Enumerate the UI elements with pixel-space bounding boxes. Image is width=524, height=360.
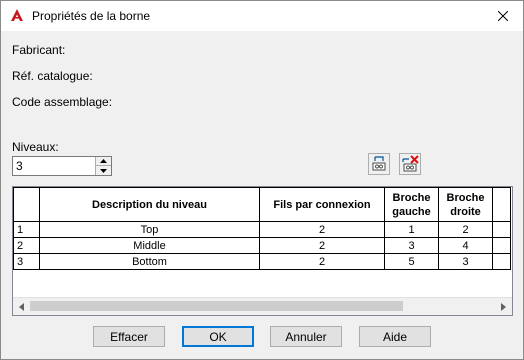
table-row[interactable]: 3 Bottom 2 5 3 (13, 253, 511, 270)
ok-button[interactable]: OK (182, 326, 254, 347)
table-row[interactable]: 2 Middle 2 3 4 (13, 237, 511, 254)
close-button[interactable] (483, 1, 523, 31)
broche-gauche-cell[interactable]: 1 (384, 221, 439, 238)
close-icon (498, 11, 508, 21)
row-number[interactable]: 3 (13, 253, 40, 270)
title-bar: Propriétés de la borne (1, 1, 523, 31)
filler-cell (492, 253, 511, 270)
fabricant-label: Fabricant: (12, 43, 66, 57)
autocad-icon (11, 9, 23, 21)
ref-catalogue-label: Réf. catalogue: (12, 69, 93, 83)
row-number[interactable]: 1 (13, 221, 40, 238)
stepper-up-button[interactable] (96, 157, 111, 166)
table-row[interactable]: 1 Top 2 1 2 (13, 221, 511, 238)
description-cell[interactable]: Top (39, 221, 260, 238)
column-header-fils[interactable]: Fils par connexion (259, 187, 385, 222)
stepper-buttons (95, 157, 111, 175)
row-number[interactable]: 2 (13, 237, 40, 254)
filler-cell (492, 221, 511, 238)
levels-label: Niveaux: (12, 140, 59, 154)
header-row: Description du niveau Fils par connexion… (13, 187, 511, 222)
code-assemblage-label: Code assemblage: (12, 95, 113, 109)
delete-level-button[interactable] (399, 153, 421, 175)
window-title: Propriétés de la borne (32, 9, 151, 23)
delete-level-icon (402, 155, 419, 172)
insert-level-icon (372, 156, 386, 171)
column-header-broche-gauche[interactable]: Broche gauche (384, 187, 439, 222)
effacer-button[interactable]: Effacer (93, 326, 165, 347)
scrollbar-thumb[interactable] (30, 301, 403, 311)
insert-level-button[interactable] (368, 153, 390, 175)
broche-droite-cell[interactable]: 3 (438, 253, 493, 270)
dialog-window: Propriétés de la borne Fabricant: Réf. c… (0, 0, 524, 360)
fils-cell[interactable]: 2 (259, 237, 385, 254)
fils-cell[interactable]: 2 (259, 253, 385, 270)
levels-stepper[interactable] (12, 156, 112, 176)
levels-input[interactable] (16, 159, 96, 173)
broche-droite-cell[interactable]: 4 (438, 237, 493, 254)
arrow-down-icon (100, 168, 107, 173)
column-header-broche-droite[interactable]: Broche droite (438, 187, 493, 222)
aide-button[interactable]: Aide (359, 326, 431, 347)
annuler-button[interactable]: Annuler (270, 326, 342, 347)
scroll-right-icon[interactable] (495, 298, 512, 315)
column-header-description[interactable]: Description du niveau (39, 187, 260, 222)
scroll-left-icon[interactable] (13, 298, 30, 315)
horizontal-scrollbar[interactable] (13, 297, 512, 315)
arrow-up-icon (100, 159, 107, 163)
filler-cell (492, 237, 511, 254)
corner-header (13, 187, 40, 222)
fils-cell[interactable]: 2 (259, 221, 385, 238)
column-header-filler (492, 187, 511, 222)
broche-gauche-cell[interactable]: 5 (384, 253, 439, 270)
broche-droite-cell[interactable]: 2 (438, 221, 493, 238)
levels-grid[interactable]: Description du niveau Fils par connexion… (12, 186, 513, 316)
description-cell[interactable]: Middle (39, 237, 260, 254)
levels-table: Description du niveau Fils par connexion… (13, 187, 511, 270)
description-cell[interactable]: Bottom (39, 253, 260, 270)
broche-gauche-cell[interactable]: 3 (384, 237, 439, 254)
stepper-down-button[interactable] (96, 166, 111, 175)
